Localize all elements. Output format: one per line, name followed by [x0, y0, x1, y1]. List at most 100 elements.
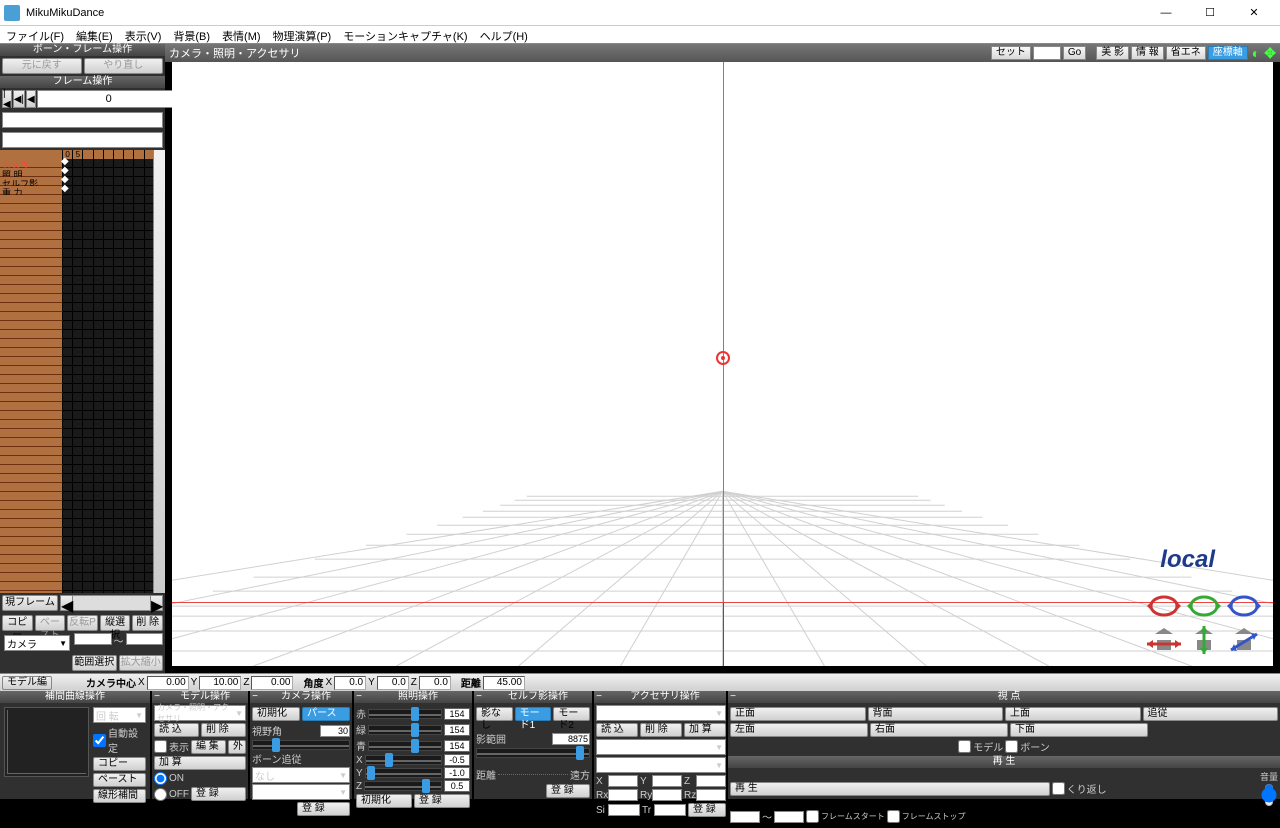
camera-reg-button[interactable]: 登 録 [297, 802, 350, 816]
play-from-input[interactable] [730, 811, 760, 823]
frame-prevkey-button[interactable]: ◀| [13, 90, 25, 108]
shadow-none-button[interactable]: 影なし [476, 707, 513, 721]
track-light[interactable]: 照 明 [0, 168, 63, 177]
range-to-input[interactable] [126, 633, 164, 645]
light-y-slider[interactable] [365, 768, 442, 778]
timeline-hscroll[interactable]: ◀ ▶ [60, 595, 163, 611]
frame-prev-button[interactable]: ◀ [26, 90, 36, 108]
curve-rot-combo[interactable]: 回 転 [93, 707, 146, 723]
acc-model-combo[interactable] [596, 739, 726, 755]
close-button[interactable]: ✕ [1232, 1, 1276, 25]
model-del-button[interactable]: 削 除 [201, 723, 246, 737]
rotate-y-icon[interactable] [1187, 592, 1221, 620]
expand-button[interactable]: 拡大縮小 [119, 655, 164, 671]
view-model-check[interactable] [958, 740, 971, 753]
menu-edit[interactable]: 編集(E) [70, 26, 119, 43]
menu-view[interactable]: 表示(V) [119, 26, 168, 43]
track-selfshadow[interactable]: セルフ影 [0, 177, 63, 186]
shadow-range-slider[interactable] [476, 748, 590, 758]
play-fstart-check[interactable] [806, 810, 819, 823]
acc-z-input[interactable] [696, 775, 726, 787]
acc-load-button[interactable]: 読 込 [596, 723, 638, 737]
camera-fov-slider[interactable] [252, 740, 350, 750]
view-top-button[interactable]: 上面 [1005, 707, 1141, 721]
camera-mode-combo[interactable]: カメラ [4, 635, 70, 651]
move-x-icon[interactable] [1147, 626, 1181, 654]
curve-linear-button[interactable]: 線形補間 [93, 789, 146, 803]
delete-button[interactable]: 削 除 [132, 615, 163, 631]
light-init-button[interactable]: 初期化 [356, 794, 412, 808]
acc-select-combo[interactable] [596, 705, 726, 721]
cam-x[interactable]: 0.00 [147, 676, 189, 690]
acc-assign-button[interactable]: 加 算 [684, 723, 726, 737]
curve-paste-button[interactable]: ペースト [93, 773, 146, 787]
model-edit-button2[interactable]: 編 集 [191, 740, 226, 754]
acc-rx-input[interactable] [608, 789, 638, 801]
frame-first-button[interactable]: |◀ [2, 90, 12, 108]
acc-del-button[interactable]: 削 除 [640, 723, 682, 737]
acc-reg-button[interactable]: 登 録 [688, 803, 726, 817]
view-bone-check[interactable] [1005, 740, 1018, 753]
shadow-reg-button[interactable]: 登 録 [546, 784, 590, 798]
camera-collapse[interactable]: − [250, 691, 260, 703]
cam-z[interactable]: 0.00 [251, 676, 293, 690]
model-assign-button[interactable]: 加 算 [154, 756, 246, 770]
viewport-rotate-icon[interactable]: ◐ [1252, 45, 1260, 61]
volume-slider[interactable] [1262, 783, 1276, 807]
model-edit-button[interactable]: モデル編 [2, 676, 52, 690]
ang-z[interactable]: 0.0 [419, 676, 451, 690]
play-repeat-check[interactable] [1052, 782, 1065, 795]
undo-button[interactable]: 元に戻す [2, 58, 82, 74]
menu-mocap[interactable]: モーションキャプチャ(K) [337, 26, 473, 43]
rotate-x-icon[interactable] [1147, 592, 1181, 620]
model-ext-button[interactable]: 外 [228, 740, 246, 754]
set-value[interactable]: 0 [1033, 46, 1061, 60]
cam-y[interactable]: 10.00 [199, 676, 241, 690]
acc-si-input[interactable] [608, 804, 640, 816]
maximize-button[interactable]: ☐ [1188, 1, 1232, 25]
shadow-collapse[interactable]: − [474, 691, 484, 703]
camera-follow-combo2[interactable] [252, 784, 350, 800]
dist-val[interactable]: 45.00 [483, 676, 525, 690]
minimize-button[interactable]: — [1144, 1, 1188, 25]
set-button[interactable]: セット [991, 46, 1031, 60]
model-reg-button[interactable]: 登 録 [191, 787, 246, 801]
menu-background[interactable]: 背景(B) [167, 26, 216, 43]
shadow-mode1-button[interactable]: モード1 [515, 707, 552, 721]
light-z-slider[interactable] [364, 781, 442, 791]
menu-expression[interactable]: 表情(M) [216, 26, 267, 43]
eco-button[interactable]: 省エネ [1166, 46, 1206, 60]
shadow-mode2-button[interactable]: モード2 [553, 707, 590, 721]
model-load-button[interactable]: 読 込 [154, 723, 199, 737]
frame-search-input[interactable] [2, 112, 163, 128]
view-right-button[interactable]: 右面 [870, 723, 1008, 737]
acc-collapse[interactable]: − [594, 691, 604, 703]
viewport-3d[interactable]: local [172, 62, 1273, 666]
light-r-slider[interactable] [368, 709, 442, 719]
menu-physics[interactable]: 物理演算(P) [267, 26, 338, 43]
play-fstop-check[interactable] [887, 810, 900, 823]
acc-tr-input[interactable] [654, 804, 686, 816]
beautyshadow-button[interactable]: 美 影 [1096, 46, 1129, 60]
frame-search-input2[interactable] [2, 132, 163, 148]
axis-button[interactable]: 座標軸 [1208, 46, 1248, 60]
menu-file[interactable]: ファイル(F) [0, 26, 70, 43]
range-from-input[interactable] [74, 633, 112, 645]
shadow-range-input[interactable] [552, 733, 590, 745]
curve-copy-button[interactable]: コピー [93, 757, 146, 771]
rotate-z-icon[interactable] [1227, 592, 1261, 620]
move-z-icon[interactable] [1227, 626, 1261, 654]
camera-init-button[interactable]: 初期化 [252, 707, 300, 721]
curve-editor[interactable] [4, 707, 89, 777]
view-bottom-button[interactable]: 下面 [1010, 723, 1148, 737]
reverse-button[interactable]: 反転P [67, 615, 98, 631]
play-to-input[interactable] [774, 811, 804, 823]
light-b-slider[interactable] [368, 741, 442, 751]
camera-fov-input[interactable] [320, 725, 350, 737]
view-back-button[interactable]: 背面 [868, 707, 1004, 721]
model-off-radio[interactable] [154, 788, 167, 801]
view-collapse[interactable]: − [728, 691, 738, 703]
colsel-button[interactable]: 縦選択 [100, 615, 131, 631]
viewport-move-icon[interactable]: ✥ [1264, 45, 1276, 62]
acc-ry-input[interactable] [652, 789, 682, 801]
